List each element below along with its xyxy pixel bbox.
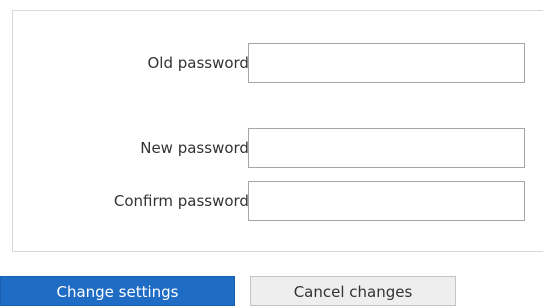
password-form-panel: Old password: New password: Confirm pass… — [12, 10, 543, 252]
old-password-row: Old password: — [13, 43, 543, 83]
change-settings-button[interactable]: Change settings — [0, 276, 235, 306]
old-password-label: Old password: — [147, 54, 254, 72]
change-password-page: Old password: New password: Confirm pass… — [0, 0, 543, 306]
new-password-row: New password: — [13, 128, 543, 168]
confirm-password-label: Confirm password: — [113, 192, 254, 210]
old-password-input[interactable] — [248, 43, 525, 83]
confirm-password-input[interactable] — [248, 181, 525, 221]
new-password-label: New password: — [140, 139, 254, 157]
cancel-changes-button[interactable]: Cancel changes — [250, 276, 456, 306]
confirm-password-row: Confirm password: — [13, 181, 543, 221]
new-password-input[interactable] — [248, 128, 525, 168]
